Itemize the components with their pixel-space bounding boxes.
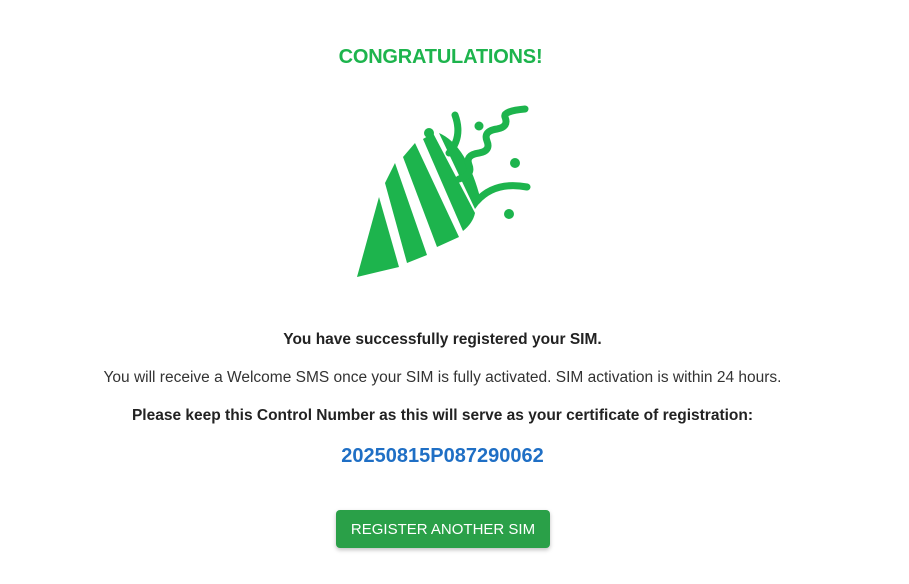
control-number: 20250815P087290062 bbox=[341, 445, 544, 467]
register-another-sim-button[interactable]: REGISTER ANOTHER SIM bbox=[336, 510, 550, 548]
registration-success-page: CONGRATULATIONS! You have successfully r… bbox=[0, 0, 909, 584]
activation-info-text: You will receive a Welcome SMS once your… bbox=[103, 369, 782, 386]
success-message: You have successfully registered your SI… bbox=[283, 331, 602, 348]
party-popper-icon bbox=[357, 105, 531, 277]
page-title: CONGRATULATIONS! bbox=[338, 46, 543, 68]
control-number-notice: Please keep this Control Number as this … bbox=[131, 407, 754, 424]
